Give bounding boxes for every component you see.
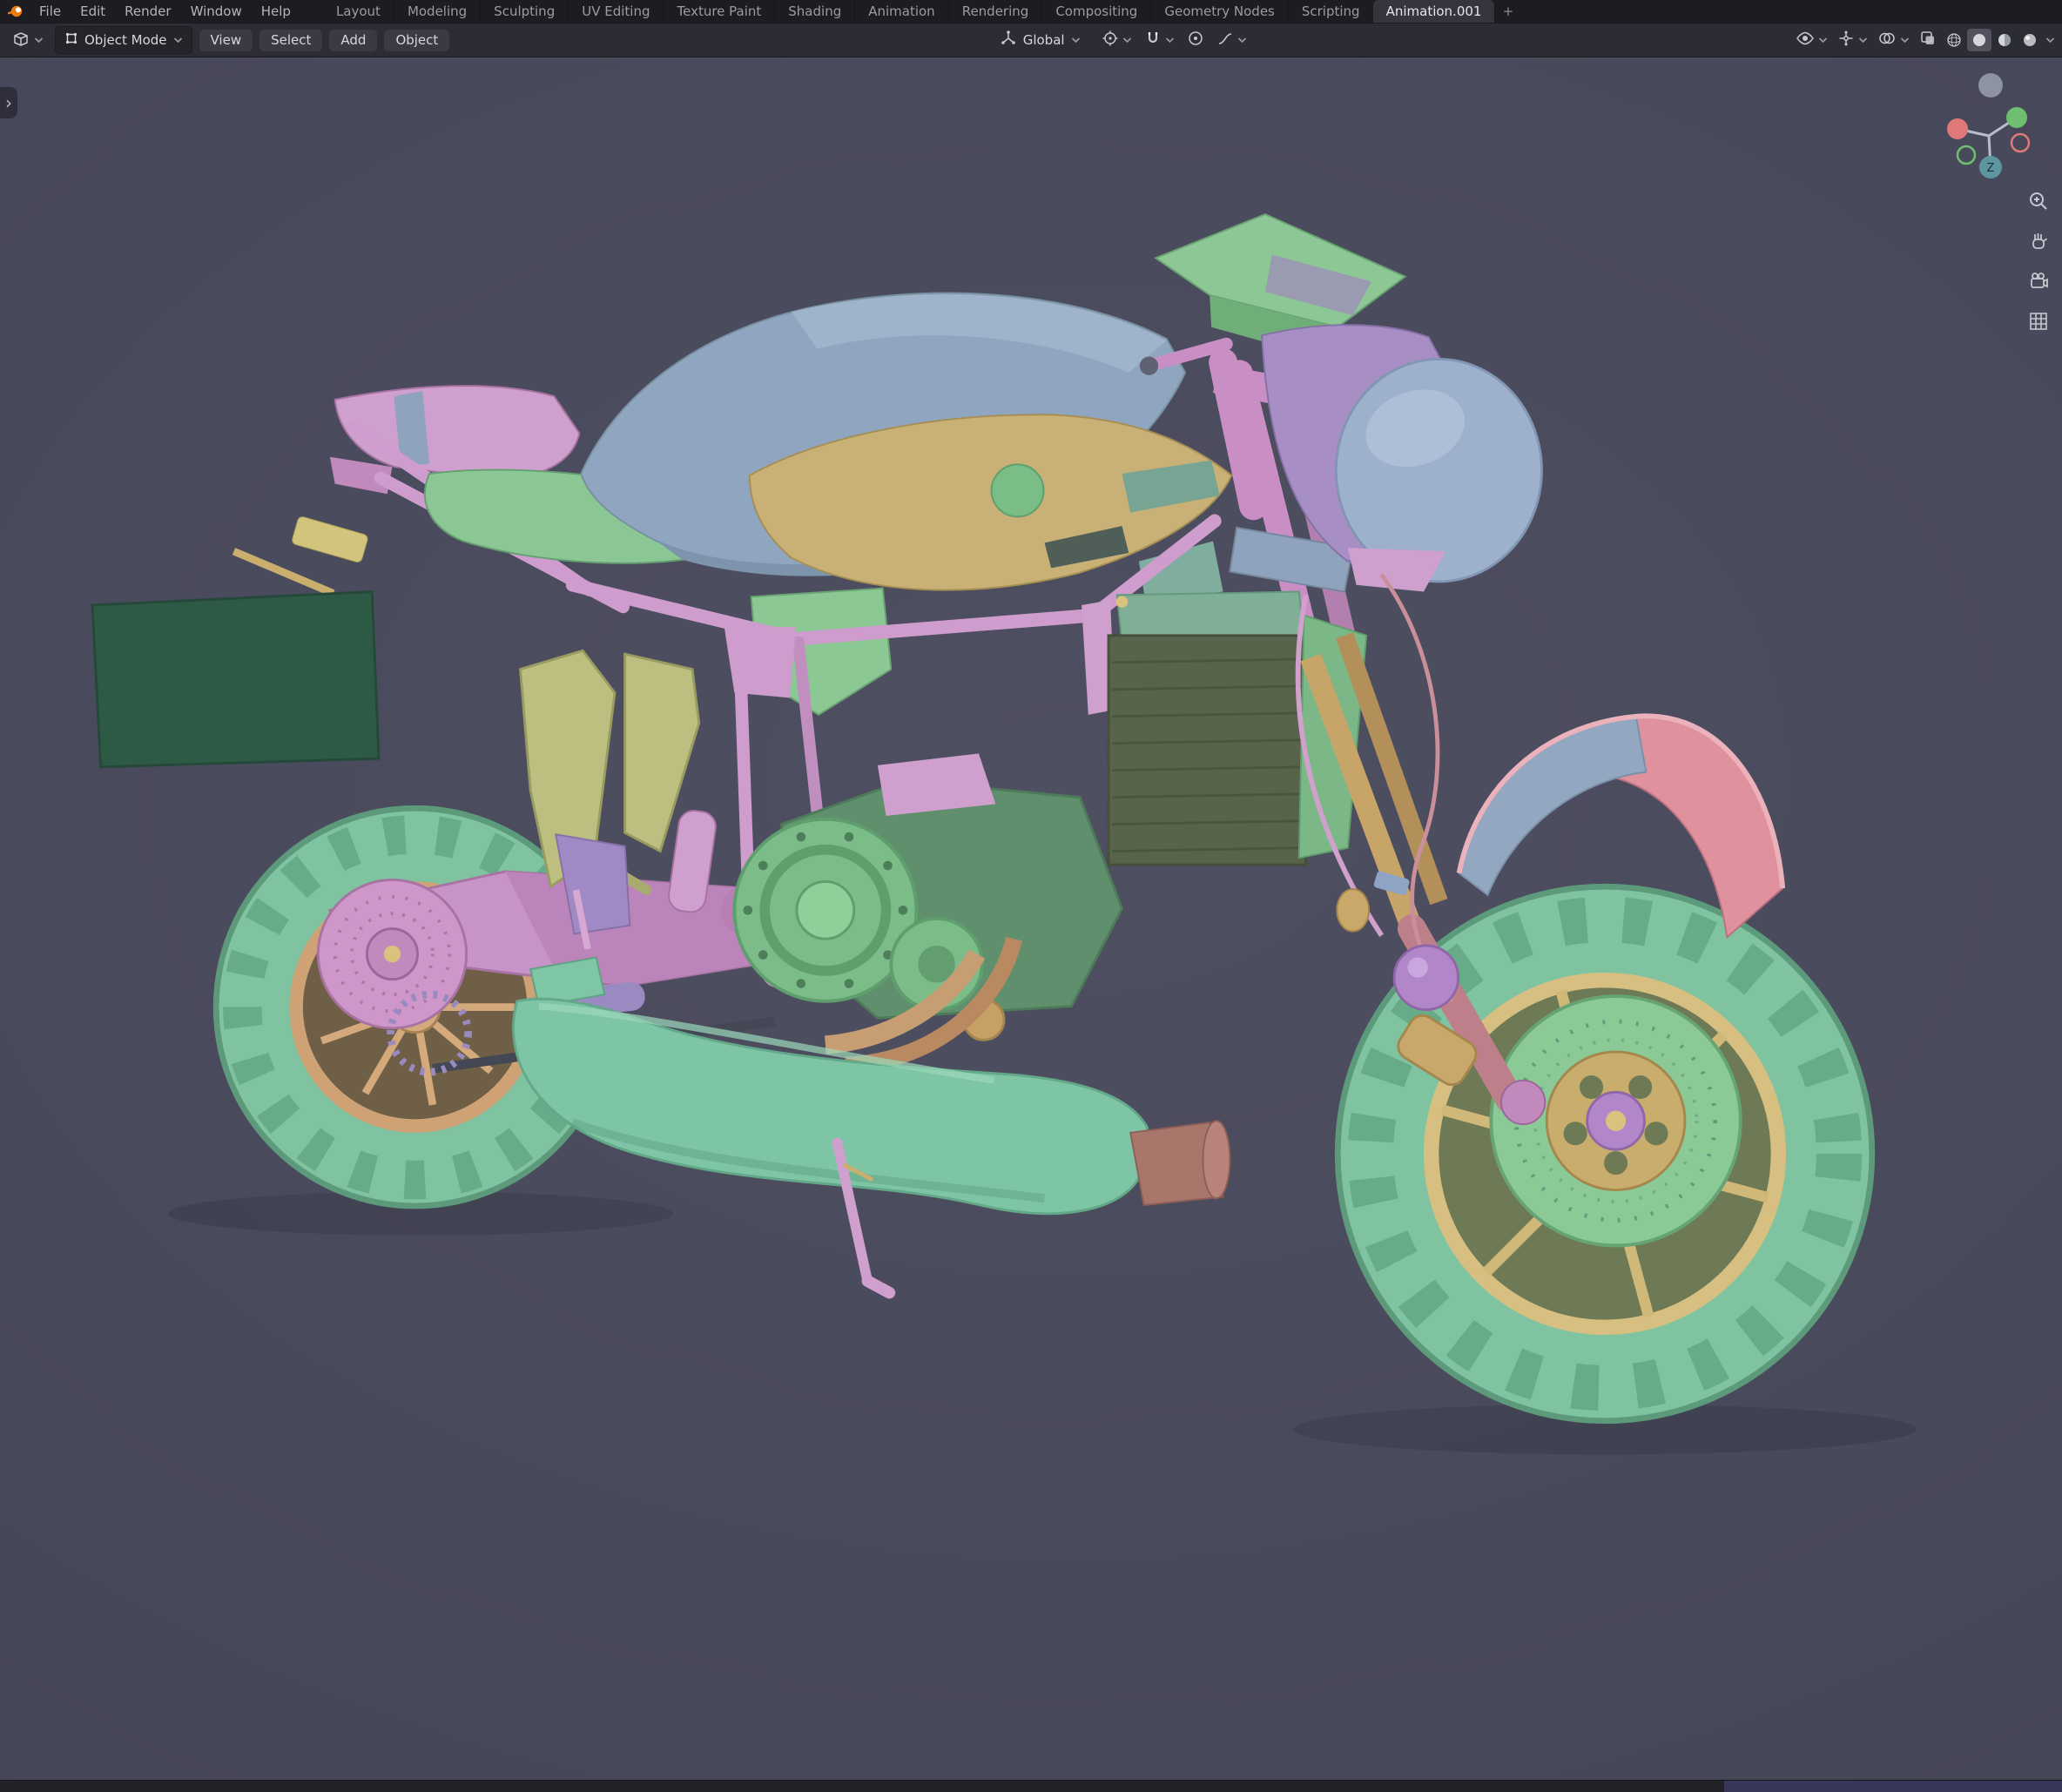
workspace-tab-uv-editing[interactable]: UV Editing	[568, 0, 663, 23]
toolbar-expand-arrow[interactable]: ›	[0, 87, 17, 118]
rendered-sphere-icon	[2021, 31, 2038, 49]
workspace-tab-shading[interactable]: Shading	[774, 0, 854, 23]
wireframe-sphere-icon	[1945, 31, 1963, 49]
magnet-icon	[1144, 30, 1162, 51]
proportional-editing-toggle[interactable]	[1183, 26, 1209, 54]
menu-file[interactable]: File	[30, 0, 71, 23]
gizmo-neg-x-ball[interactable]	[2011, 134, 2029, 152]
workspace-tab-modeling[interactable]: Modeling	[394, 0, 480, 23]
object-mode-dropdown[interactable]: Object Mode	[55, 26, 192, 54]
topbar: File Edit Render Window Help Layout Mode…	[0, 0, 2062, 23]
status-bar	[0, 1780, 2062, 1792]
zoom-icon	[2027, 190, 2050, 212]
pan-tool-button[interactable]	[2024, 226, 2053, 256]
add-menu-button[interactable]: Add	[329, 30, 377, 51]
show-gizmo-dropdown[interactable]	[1833, 26, 1872, 54]
solid-sphere-icon	[1971, 31, 1988, 49]
shading-material-preview-button[interactable]	[1992, 29, 2017, 51]
proportional-editing-icon	[1187, 30, 1204, 51]
workspace-tab-rendering[interactable]: Rendering	[948, 0, 1042, 23]
3d-viewport[interactable]: › Z	[0, 57, 2062, 1780]
gizmo-z-label: Z	[1987, 162, 1995, 175]
menu-help[interactable]: Help	[252, 0, 300, 23]
chevron-down-icon	[1071, 37, 1081, 44]
workspace-tab-layout[interactable]: Layout	[323, 0, 394, 23]
eye-visibility-icon	[1796, 30, 1815, 51]
snap-toggle[interactable]	[1140, 26, 1179, 54]
menu-edit[interactable]: Edit	[71, 0, 115, 23]
show-overlays-dropdown[interactable]	[1873, 26, 1914, 54]
frame-gusset	[724, 627, 796, 697]
workspace-tab-animation[interactable]: Animation	[854, 0, 947, 23]
plate-rod	[234, 551, 334, 593]
scene-canvas	[0, 57, 2062, 1780]
chevron-down-icon	[1122, 37, 1132, 44]
proportional-falloff-dropdown[interactable]	[1212, 26, 1251, 54]
shading-wireframe-button[interactable]	[1942, 29, 1966, 51]
view-menu-button[interactable]: View	[199, 30, 253, 51]
number-plate[interactable]	[92, 592, 379, 767]
toggle-xray-button[interactable]	[1915, 26, 1941, 54]
editor-type-button[interactable]	[7, 25, 48, 55]
chevron-down-icon	[173, 37, 183, 44]
viewport-header: Object Mode View Select Add Object Globa…	[0, 23, 2062, 57]
workspace-tabs: Layout Modeling Sculpting UV Editing Tex…	[323, 0, 1521, 23]
overlays-icon	[1877, 30, 1897, 51]
rear-brake-disc[interactable]	[318, 879, 466, 1027]
orientation-axes-icon	[1000, 30, 1017, 51]
blender-logo-icon[interactable]	[0, 2, 30, 21]
gizmo-y-axis-ball[interactable]	[2006, 107, 2027, 128]
menu-render[interactable]: Render	[115, 0, 180, 23]
material-sphere-icon	[1996, 31, 2013, 49]
camera-view-icon	[2027, 270, 2050, 293]
workspace-tab-texture-paint[interactable]: Texture Paint	[663, 0, 774, 23]
engine[interactable]	[734, 753, 1122, 1065]
motorcycle-model[interactable]	[92, 214, 1872, 1421]
object-menu-button[interactable]: Object	[384, 30, 449, 51]
object-mode-icon	[64, 31, 78, 49]
toggle-orthographic-button[interactable]	[2024, 307, 2053, 336]
gizmo-neg-y-ball[interactable]	[1958, 146, 1975, 164]
pan-hand-icon	[2027, 230, 2050, 253]
pivot-point-icon	[1102, 30, 1119, 51]
show-object-types-dropdown[interactable]	[1791, 26, 1832, 54]
workspace-tab-compositing[interactable]: Compositing	[1041, 0, 1150, 23]
shading-rendered-button[interactable]	[2018, 29, 2042, 51]
yellow-bracket	[291, 515, 368, 563]
add-workspace-button[interactable]: +	[1494, 0, 1520, 23]
workspace-tab-active[interactable]: Animation.001	[1373, 0, 1495, 23]
orthographic-grid-icon	[2027, 310, 2050, 333]
select-menu-button[interactable]: Select	[259, 30, 322, 51]
camera-view-button[interactable]	[2024, 266, 2053, 296]
gizmo-floating-ball[interactable]	[1978, 73, 2003, 98]
shading-options-chevron[interactable]	[2045, 37, 2055, 44]
chevron-down-icon	[1900, 37, 1910, 44]
app-menu-bar: File Edit Render Window Help	[30, 0, 300, 23]
workspace-tab-scripting[interactable]: Scripting	[1288, 0, 1373, 23]
shading-solid-button[interactable]	[1967, 29, 1991, 51]
menu-window[interactable]: Window	[181, 0, 252, 23]
falloff-curve-icon	[1216, 30, 1234, 51]
gizmo-x-axis-ball[interactable]	[1947, 118, 1968, 139]
transform-orientation-dropdown[interactable]: Global	[990, 24, 1090, 56]
chevron-down-icon	[1858, 37, 1868, 44]
chevron-down-icon	[1818, 37, 1828, 44]
chevron-down-icon	[34, 37, 44, 44]
navigation-gizmo[interactable]: Z	[1937, 70, 2041, 200]
chevron-down-icon	[1237, 37, 1247, 44]
chevron-down-icon	[1165, 37, 1175, 44]
workspace-tab-geometry-nodes[interactable]: Geometry Nodes	[1150, 0, 1288, 23]
viewport-editor-icon	[11, 29, 30, 51]
transform-orientation-label: Global	[1023, 32, 1065, 48]
status-bar-segment	[1724, 1781, 2062, 1792]
workspace-tab-sculpting[interactable]: Sculpting	[480, 0, 568, 23]
zoom-tool-button[interactable]	[2024, 186, 2053, 216]
pivot-point-dropdown[interactable]	[1097, 26, 1136, 54]
xray-icon	[1919, 30, 1937, 51]
object-mode-label: Object Mode	[84, 32, 167, 48]
viewport-side-tools	[2024, 186, 2053, 336]
gizmo-icon	[1837, 30, 1855, 51]
